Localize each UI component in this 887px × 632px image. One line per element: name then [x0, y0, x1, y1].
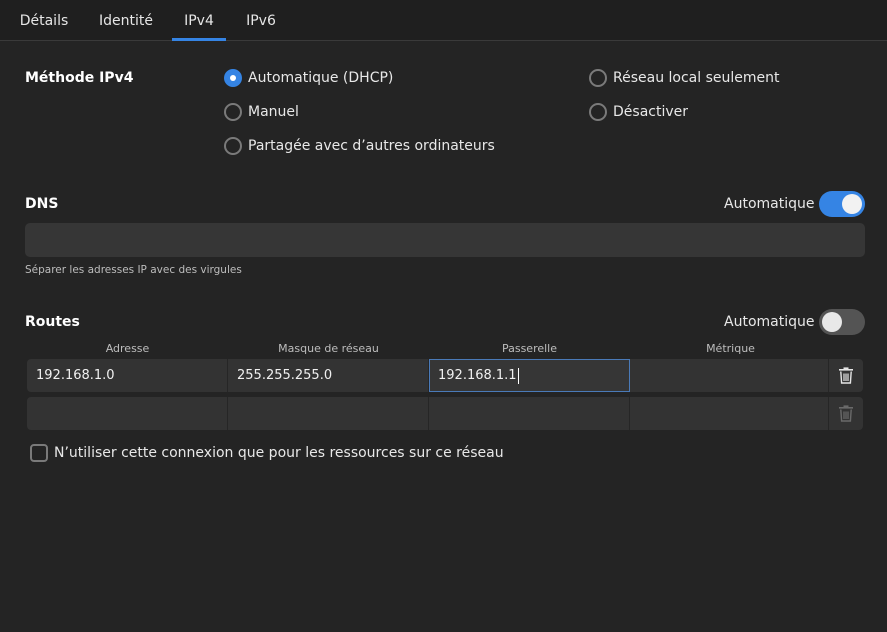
- radio-unchecked-icon: [589, 69, 607, 87]
- radio-manual[interactable]: Manuel: [224, 101, 299, 123]
- column-header-address: Adresse: [105, 342, 150, 355]
- radio-label: Automatique (DHCP): [248, 70, 394, 86]
- radio-shared[interactable]: Partagée avec d’autres ordinateurs: [224, 135, 495, 157]
- tab-ipv4[interactable]: IPv4: [172, 0, 226, 41]
- text-caret: [517, 367, 519, 384]
- dns-automatic-switch[interactable]: [819, 191, 865, 217]
- radio-link-local[interactable]: Réseau local seulement: [589, 67, 780, 89]
- radio-automatic-dhcp[interactable]: Automatique (DHCP): [224, 67, 393, 89]
- radio-label: Partagée avec d’autres ordinateurs: [248, 138, 495, 154]
- route-address-input[interactable]: 192.168.1.0: [27, 359, 228, 392]
- column-header-metric: Métrique: [706, 342, 755, 355]
- route-gateway-input[interactable]: 192.168.1.1: [429, 359, 630, 392]
- delete-route-button[interactable]: [829, 359, 863, 392]
- routes-label: Routes: [25, 314, 80, 330]
- switch-knob: [822, 312, 842, 332]
- route-address-input[interactable]: [27, 397, 228, 430]
- dns-label: DNS: [25, 196, 59, 212]
- dns-hint: Séparer les adresses IP avec des virgule…: [25, 264, 242, 276]
- delete-route-button-disabled: [829, 397, 863, 430]
- column-header-gateway: Passerelle: [501, 342, 558, 355]
- radio-disable[interactable]: Désactiver: [589, 101, 688, 123]
- tab-ipv6[interactable]: IPv6: [234, 0, 288, 40]
- trash-icon: [839, 405, 853, 422]
- radio-label: Manuel: [248, 104, 299, 120]
- ipv4-method-label: Méthode IPv4: [25, 70, 134, 86]
- radio-unchecked-icon: [224, 103, 242, 121]
- routes-automatic-switch[interactable]: [819, 309, 865, 335]
- radio-unchecked-icon: [224, 137, 242, 155]
- restrict-to-network-checkbox-row[interactable]: N’utiliser cette connexion que pour les …: [30, 443, 504, 463]
- trash-icon: [839, 367, 853, 384]
- route-row: 192.168.1.0 255.255.255.0 192.168.1.1: [27, 359, 863, 392]
- route-gateway-value: 192.168.1.1: [438, 368, 517, 383]
- tab-identity[interactable]: Identité: [88, 0, 164, 40]
- ipv4-settings-page: Détails Identité IPv4 IPv6 Méthode IPv4 …: [0, 0, 887, 632]
- radio-label: Réseau local seulement: [613, 70, 780, 86]
- route-gateway-input[interactable]: [429, 397, 630, 430]
- tab-bar: Détails Identité IPv4 IPv6: [0, 0, 887, 41]
- switch-knob: [842, 194, 862, 214]
- routes-automatic-label: Automatique: [724, 314, 815, 330]
- radio-checked-icon: [224, 69, 242, 87]
- checkbox-icon[interactable]: [30, 444, 48, 462]
- route-metric-input[interactable]: [630, 397, 829, 430]
- route-netmask-input[interactable]: 255.255.255.0: [228, 359, 429, 392]
- column-header-netmask: Masque de réseau: [278, 342, 379, 355]
- restrict-to-network-label: N’utiliser cette connexion que pour les …: [54, 445, 504, 461]
- dns-automatic-label: Automatique: [724, 196, 815, 212]
- route-metric-input[interactable]: [630, 359, 829, 392]
- tab-details[interactable]: Détails: [9, 0, 79, 40]
- route-netmask-input[interactable]: [228, 397, 429, 430]
- radio-label: Désactiver: [613, 104, 688, 120]
- route-row-empty: [27, 397, 863, 430]
- dns-input[interactable]: [25, 223, 865, 257]
- radio-unchecked-icon: [589, 103, 607, 121]
